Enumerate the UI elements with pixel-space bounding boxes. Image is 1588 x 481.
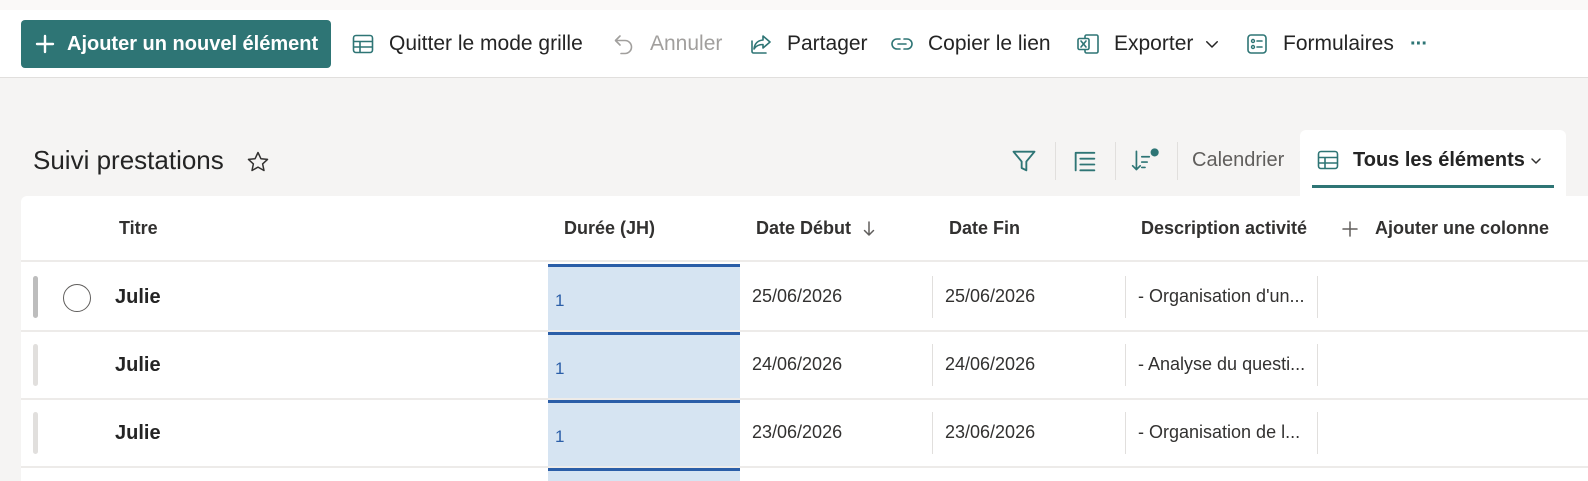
forms-icon: [1247, 34, 1267, 54]
sort-icon: [1131, 148, 1159, 171]
active-view-indicator: [1312, 185, 1554, 188]
undo-icon: [614, 35, 633, 55]
star-icon[interactable]: [246, 150, 270, 174]
cell-end-date[interactable]: 25/06/2026: [945, 286, 1035, 307]
arrow-down-icon: [863, 220, 875, 236]
add-column-button[interactable]: Ajouter une colonne: [1341, 218, 1549, 239]
cell-divider: [932, 412, 933, 454]
cell-duration[interactable]: 1: [548, 400, 740, 466]
chevron-down-icon: [1531, 158, 1541, 164]
plus-icon: [35, 34, 55, 54]
cell-divider: [1317, 344, 1318, 386]
toolbar-divider: [1055, 142, 1056, 180]
column-header-start-date-label: Date Début: [756, 218, 852, 238]
list-title: Suivi prestations: [33, 145, 224, 175]
column-header-duration-label: Durée (JH): [564, 218, 656, 238]
cell-divider: [1125, 412, 1126, 454]
cell-end-date[interactable]: 23/06/2026: [945, 422, 1035, 443]
undo-button[interactable]: Annuler: [612, 20, 722, 68]
share-label: Partager: [787, 32, 868, 55]
cell-duration[interactable]: 1: [548, 264, 740, 330]
toolbar-divider: [1115, 142, 1116, 180]
cell-start-date[interactable]: 23/06/2026: [752, 422, 842, 443]
cell-divider: [932, 276, 933, 318]
copy-link-button[interactable]: Copier le lien: [890, 20, 1051, 68]
add-new-item-label: Ajouter un nouvel élément: [67, 32, 319, 55]
cell-duration-value: 1: [555, 291, 565, 310]
column-header-end-date-label: Date Fin: [949, 218, 1021, 238]
command-bar: Ajouter un nouvel élément Quitter le mod…: [0, 10, 1588, 78]
cell-title[interactable]: Julie: [115, 354, 161, 377]
list-grid: Titre Durée (JH) Date Début Date Fin Des…: [21, 196, 1588, 481]
exit-grid-label: Quitter le mode grille: [389, 32, 583, 55]
add-column-label: Ajouter une colonne: [1375, 218, 1550, 238]
share-icon: [751, 35, 771, 54]
column-header-description[interactable]: Description activité: [1141, 218, 1307, 239]
chevron-down-icon: [1206, 41, 1219, 48]
toolbar-divider: [1177, 142, 1178, 180]
column-header-end-date[interactable]: Date Fin: [949, 218, 1020, 239]
export-button[interactable]: Exporter: [1076, 20, 1221, 68]
cell-end-date[interactable]: 24/06/2026: [945, 354, 1035, 375]
undo-label: Annuler: [650, 32, 723, 55]
cell-description[interactable]: - Analyse du questi...: [1138, 354, 1305, 375]
filter-button[interactable]: [1009, 146, 1039, 176]
column-header-row: Titre Durée (JH) Date Début Date Fin Des…: [21, 196, 1588, 262]
cell-duration[interactable]: 1: [548, 332, 740, 398]
more-options-button[interactable]: ···: [1410, 20, 1428, 68]
grid-icon: [1317, 150, 1339, 170]
table-row[interactable]: Julie 1 24/06/2026 24/06/2026 - Analyse …: [21, 332, 1588, 400]
row-drag-handle[interactable]: [33, 412, 38, 454]
column-header-title[interactable]: Titre: [119, 218, 158, 239]
row-drag-handle[interactable]: [33, 276, 38, 318]
column-header-description-label: Description activité: [1141, 218, 1308, 238]
plus-icon: [1342, 220, 1358, 237]
forms-label: Formulaires: [1283, 32, 1394, 55]
group-by-button[interactable]: [1070, 146, 1100, 176]
cell-description[interactable]: - Organisation d'un...: [1138, 286, 1305, 307]
cell-divider: [1125, 276, 1126, 318]
cell-divider: [1125, 344, 1126, 386]
table-row[interactable]: Julie 1 25/06/2026 25/06/2026 - Organisa…: [21, 264, 1588, 332]
cell-description[interactable]: - Organisation de l...: [1138, 422, 1300, 443]
cell-duration-value: 1: [555, 359, 565, 378]
cell-title[interactable]: Julie: [115, 286, 161, 309]
share-button[interactable]: Partager: [749, 20, 868, 68]
link-icon: [891, 38, 913, 50]
column-header-duration[interactable]: Durée (JH): [564, 218, 655, 239]
copy-link-label: Copier le lien: [928, 32, 1051, 55]
more-options-label: ···: [1410, 32, 1428, 55]
table-row[interactable]: Julie 1 23/06/2026 23/06/2026 - Organisa…: [21, 400, 1588, 468]
cell-start-date[interactable]: 25/06/2026: [752, 286, 842, 307]
grid-icon: [352, 34, 374, 54]
exit-grid-button[interactable]: Quitter le mode grille: [351, 20, 583, 68]
top-strip: [0, 0, 1588, 10]
cell-title[interactable]: Julie: [115, 422, 161, 445]
cell-start-date[interactable]: 24/06/2026: [752, 354, 842, 375]
cell-divider: [932, 344, 933, 386]
row-select-checkbox[interactable]: [63, 284, 91, 312]
sort-button[interactable]: [1130, 146, 1160, 176]
row-drag-handle[interactable]: [33, 344, 38, 386]
calendar-view-tab[interactable]: Calendrier: [1192, 149, 1284, 172]
view-selector[interactable]: Tous les éléments: [1300, 130, 1566, 198]
cell-duration-value: 1: [555, 427, 565, 446]
cell-divider: [1317, 412, 1318, 454]
column-header-start-date[interactable]: Date Début: [756, 218, 877, 239]
current-view-label: Tous les éléments: [1353, 149, 1525, 171]
column-header-title-label: Titre: [119, 218, 158, 238]
excel-icon: [1077, 34, 1099, 54]
export-label: Exporter: [1114, 32, 1194, 55]
forms-button[interactable]: Formulaires: [1245, 20, 1394, 68]
filter-icon: [1012, 150, 1036, 172]
list-icon: [1074, 151, 1096, 172]
cell-duration[interactable]: [548, 468, 740, 481]
add-new-item-button[interactable]: Ajouter un nouvel élément: [21, 20, 331, 68]
cell-divider: [1317, 276, 1318, 318]
